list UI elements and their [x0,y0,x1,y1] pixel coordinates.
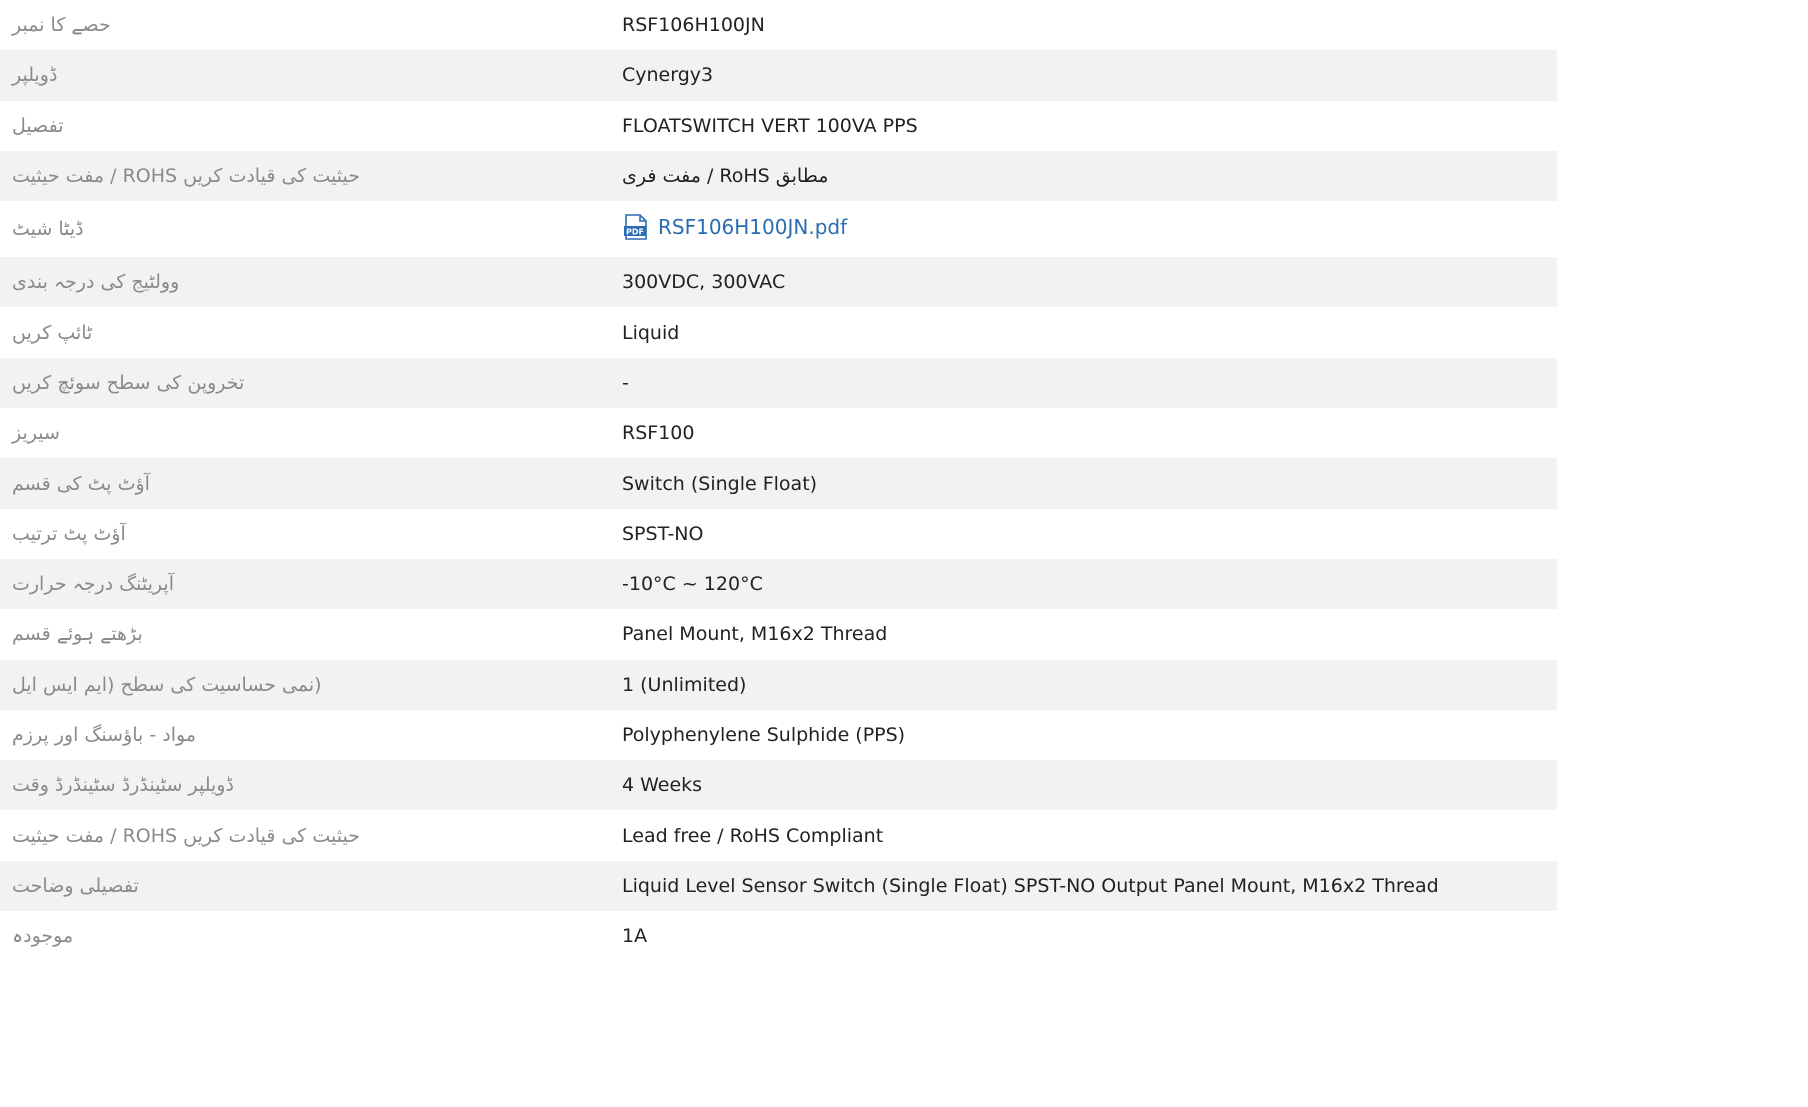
spec-value: RSF106H100JN [622,14,765,37]
spec-value: Switch (Single Float) [622,472,818,495]
spec-value: 300VDC, 300VAC [622,271,786,294]
product-spec-table: حصے کا نمبر RSF106H100JN ڈویلپر Cynergy3… [0,0,1557,961]
spec-row-voltage-rating: وولٹیج کی درجہ بندی 300VDC, 300VAC [0,257,1557,308]
spec-label: موجودہ [12,925,74,948]
spec-row-material: مواد - باؤسنگ اور پرزم Polyphenylene Sul… [0,710,1557,760]
spec-value: Lead free / RoHS Compliant [622,824,884,847]
spec-value: FLOATSWITCH VERT 100VA PPS [622,114,918,137]
spec-label: تفصیل [12,114,64,137]
spec-row-series: سیریز RSF100 [0,408,1557,458]
spec-value: -10°C ~ 120°C [622,573,763,596]
spec-label: حصے کا نمبر [12,14,111,37]
spec-value: Liquid [622,321,680,344]
spec-label: سیریز [12,422,60,445]
spec-row-part-number: حصے کا نمبر RSF106H100JN [0,0,1557,50]
spec-row-type: ٹائپ کریں Liquid [0,307,1557,357]
spec-label: ڈویلپر [12,64,58,87]
spec-label: مواد - باؤسنگ اور پرزم [12,724,196,746]
spec-row-lead-time: ڈویلپر سٹینڈرڈ سٹینڈرڈ وقت 4 Weeks [0,760,1557,811]
spec-value: Liquid Level Sensor Switch (Single Float… [622,874,1439,897]
spec-row-mounting-type: بڑھتے ہوئے قسم Panel Mount, M16x2 Thread [0,609,1557,659]
spec-row-switch-level: تخروپن کی سطح سوئچ کریں - [0,357,1557,409]
spec-label: ڈویلپر سٹینڈرڈ سٹینڈرڈ وقت [12,774,234,797]
svg-text:PDF: PDF [626,227,644,236]
spec-value: RSF100 [622,422,695,445]
spec-value: Panel Mount, M16x2 Thread [622,623,888,646]
datasheet-link-label: RSF106H100JN.pdf [658,214,848,239]
spec-label: آؤٹ پٹ کی قسم [12,472,150,495]
spec-row-rohs-compliance: حیثیت کی قیادت کریں ROHS / مفت حیثیت Lea… [0,810,1557,860]
spec-label: بڑھتے ہوئے قسم [12,623,143,646]
spec-value: Cynergy3 [622,64,714,87]
spec-row-output-configuration: آؤٹ پٹ ترتیب SPST-NO [0,509,1557,559]
spec-label: ڈیٹا شیٹ [12,218,84,241]
spec-row-operating-temperature: آپریٹنگ درجہ حرارت -10°C ~ 120°C [0,558,1557,610]
spec-row-moisture-sensitivity: (نمی حساسیت کی سطح (ایم ایس ایل 1 (Unlim… [0,659,1557,710]
spec-value: 4 Weeks [622,774,703,797]
spec-value: 1A [622,925,648,948]
spec-label: (نمی حساسیت کی سطح (ایم ایس ایل [12,673,322,696]
spec-row-datasheet: ڈیٹا شیٹ PDF RSF106H100JN.pdf [0,201,1557,257]
spec-label: تخروپن کی سطح سوئچ کریں [12,371,245,394]
spec-label: تفصیلی وضاحت [12,874,139,897]
spec-label: آپریٹنگ درجہ حرارت [12,573,174,596]
spec-row-manufacturer: ڈویلپر Cynergy3 [0,50,1557,101]
spec-row-current: موجودہ 1A [0,911,1557,961]
datasheet-link[interactable]: PDF RSF106H100JN.pdf [622,213,847,241]
spec-label: وولٹیج کی درجہ بندی [12,271,180,294]
spec-row-output-type: آؤٹ پٹ کی قسم Switch (Single Float) [0,458,1557,509]
spec-value: SPST-NO [622,522,704,545]
spec-row-description: تفصیل FLOATSWITCH VERT 100VA PPS [0,101,1557,151]
spec-value: 1 (Unlimited) [622,673,747,696]
spec-value: Polyphenylene Sulphide (PPS) [622,724,906,746]
spec-row-rohs-status: حیثیت کی قیادت کریں ROHS / مفت حیثیت مطا… [0,150,1557,202]
spec-row-detailed-description: تفصیلی وضاحت Liquid Level Sensor Switch … [0,860,1557,912]
pdf-file-icon: PDF [622,213,650,241]
spec-value: PDF RSF106H100JN.pdf [610,201,1557,257]
spec-label: حیثیت کی قیادت کریں ROHS / مفت حیثیت [12,165,360,188]
spec-label: حیثیت کی قیادت کریں ROHS / مفت حیثیت [12,824,360,847]
spec-value: - [622,371,629,394]
spec-value: مطابق RoHS / مفت فری [622,165,829,188]
spec-label: آؤٹ پٹ ترتیب [12,522,126,545]
spec-label: ٹائپ کریں [12,321,93,344]
